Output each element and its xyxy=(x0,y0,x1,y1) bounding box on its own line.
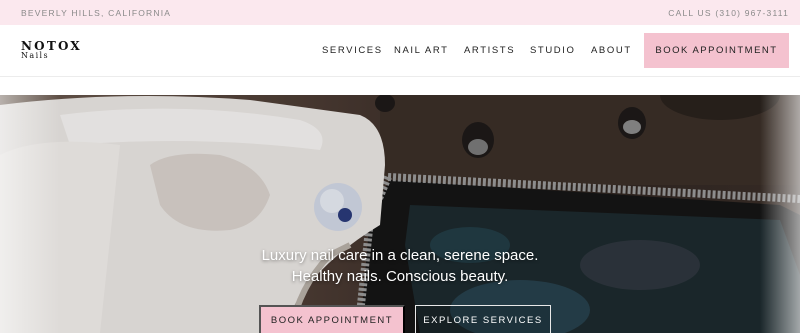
nav-item-nail-art[interactable]: NAIL ART xyxy=(394,45,449,56)
brand-subtitle: Nails xyxy=(21,51,49,60)
hero-section: Luxury nail care in a clean, serene spac… xyxy=(0,95,800,333)
hero-fade-left xyxy=(0,95,60,333)
book-appointment-button[interactable]: BOOK APPOINTMENT xyxy=(644,33,789,68)
nav-item-about[interactable]: ABOUT xyxy=(591,45,632,56)
hero-book-appointment-button[interactable]: BOOK APPOINTMENT xyxy=(259,305,405,333)
site-header: NOTOX Nails SERVICES NAIL ART ARTISTS ST… xyxy=(0,25,800,77)
explore-services-button[interactable]: EXPLORE SERVICES xyxy=(415,305,551,333)
brand-logo[interactable]: NOTOX Nails xyxy=(21,40,82,60)
hero-fade-right xyxy=(760,95,800,333)
hero-tagline-line2: Healthy nails. Conscious beauty. xyxy=(291,268,509,285)
top-info-bar: BEVERLY HILLS, CALIFORNIA CALL US (310) … xyxy=(0,0,800,25)
location-text: BEVERLY HILLS, CALIFORNIA xyxy=(21,7,172,18)
phone-link[interactable]: CALL US (310) 967-3111 xyxy=(668,8,789,18)
nav-item-studio[interactable]: STUDIO xyxy=(530,45,576,56)
hero-overlay xyxy=(0,95,800,333)
nav-item-services[interactable]: SERVICES xyxy=(322,45,383,56)
hero-tagline-line1: Luxury nail care in a clean, serene spac… xyxy=(261,247,539,264)
nav-item-artists[interactable]: ARTISTS xyxy=(464,45,515,56)
